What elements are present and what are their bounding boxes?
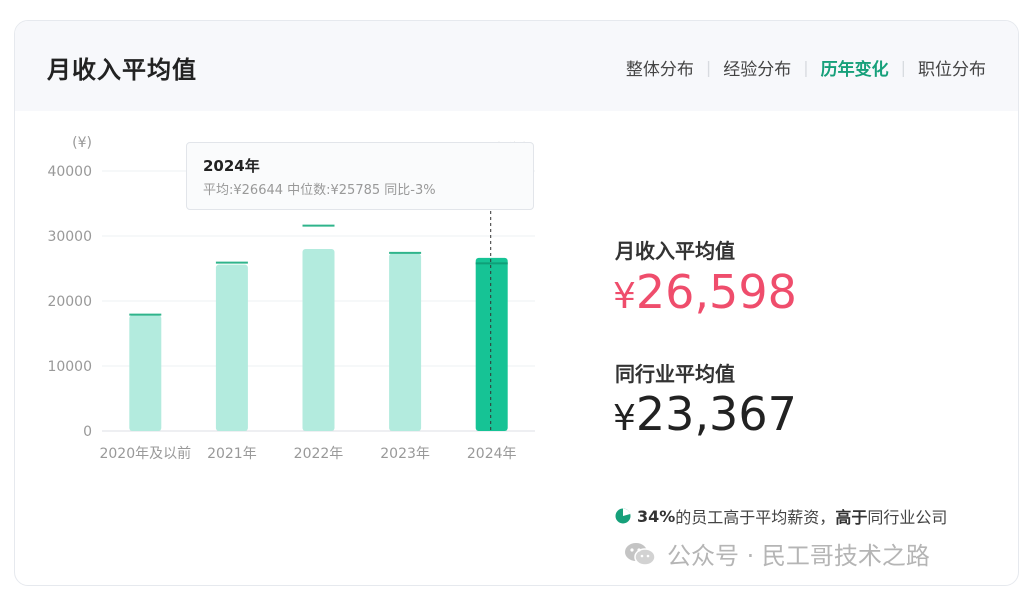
y-tick-label: 30000 — [47, 229, 92, 245]
tab-overall[interactable]: 整体分布 — [626, 55, 694, 80]
tab-yearly[interactable]: 历年变化 — [821, 55, 889, 80]
tooltip-body: 平均:¥26644 中位数:¥25785 同比-3% — [203, 183, 436, 198]
note-text-1: 的员工高于平均薪资， — [675, 508, 836, 527]
watermark: 公众号 · 民工哥技术之路 — [623, 536, 930, 571]
bar-1 — [215, 264, 248, 431]
y-tick-label: 0 — [83, 424, 92, 440]
industry-avg-number: 23,367 — [635, 387, 797, 441]
avg-salary-number: 26,598 — [635, 265, 797, 319]
tab-separator: | — [803, 58, 809, 77]
wechat-icon — [625, 542, 656, 566]
chart-tooltip: 2024年 平均:¥26644 中位数:¥25785 同比-3% — [186, 142, 534, 210]
y-axis-unit: (¥) — [72, 135, 92, 151]
tooltip-title: 2024年 — [203, 157, 260, 175]
avg-salary-value: ¥26,598 — [613, 265, 797, 319]
bar-3 — [389, 253, 422, 431]
currency-symbol: ¥ — [613, 398, 636, 439]
salary-note: 34% 的员工高于平均薪资， 高于 同行业公司 — [615, 504, 947, 528]
industry-avg-label: 同行业平均值 — [615, 362, 735, 386]
tab-experience[interactable]: 经验分布 — [723, 55, 791, 80]
x-tick-label: 2020年及以前 — [99, 445, 191, 461]
y-tick-label: 10000 — [47, 359, 92, 375]
view-tabs: 整体分布 | 经验分布 | 历年变化 | 职位分布 — [626, 55, 986, 80]
card-header: 月收入平均值 整体分布 | 经验分布 | 历年变化 | 职位分布 — [15, 21, 1018, 111]
x-tick-label: 2021年 — [207, 446, 257, 461]
pie-chart-icon — [615, 508, 631, 524]
note-text-2: 同行业公司 — [867, 508, 948, 527]
tab-position[interactable]: 职位分布 — [918, 55, 986, 80]
y-tick-label: 40000 — [47, 164, 92, 180]
bar-2 — [302, 249, 335, 431]
tab-separator: | — [900, 58, 906, 77]
bar-0 — [129, 315, 162, 431]
tab-separator: | — [705, 58, 712, 77]
salary-card: 月收入平均值 整体分布 | 经验分布 | 历年变化 | 职位分布 (¥) 0 100… — [14, 20, 1019, 586]
currency-symbol: ¥ — [613, 276, 636, 317]
bar-4 — [475, 257, 508, 431]
note-bold: 高于 — [835, 508, 868, 527]
y-tick-label: 20000 — [47, 294, 92, 310]
x-tick-label: 2022年 — [294, 446, 344, 461]
industry-avg-value: ¥23,367 — [613, 387, 797, 441]
x-tick-label: 2023年 — [380, 446, 430, 461]
note-percent: 34% — [637, 506, 676, 526]
card-title: 月收入平均值 — [47, 56, 197, 84]
avg-salary-label: 月收入平均值 — [615, 239, 735, 263]
x-tick-label: 2024年 — [467, 446, 517, 461]
watermark-text: 公众号 · 民工哥技术之路 — [667, 542, 930, 570]
